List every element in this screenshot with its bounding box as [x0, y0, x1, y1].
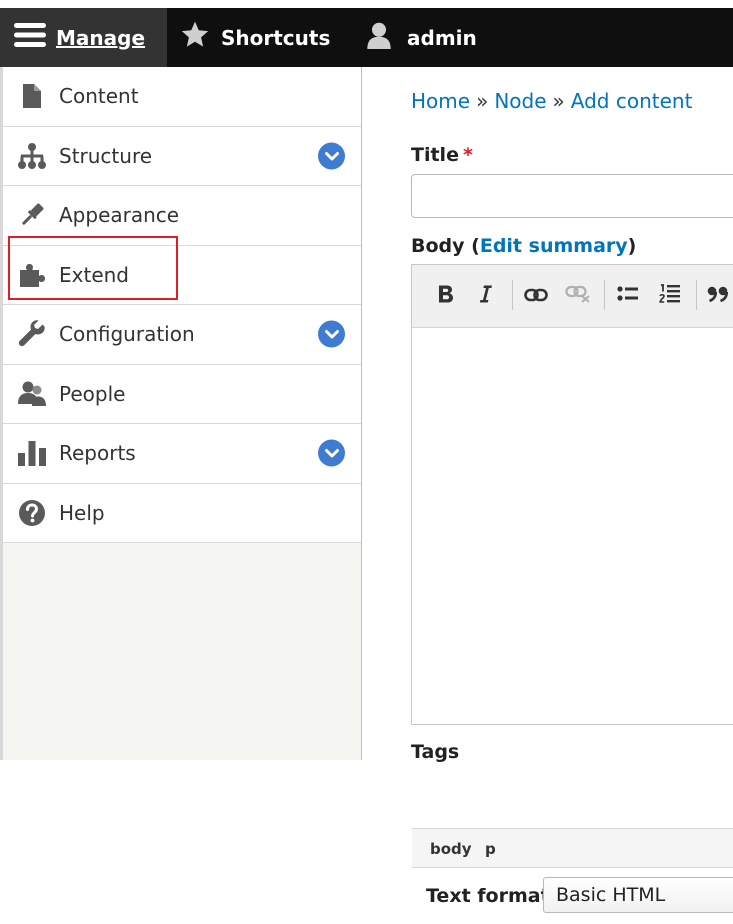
element-path-body[interactable]: body: [430, 840, 472, 858]
editor-toolbar: [412, 265, 733, 328]
manage-label: Manage: [56, 25, 146, 50]
sitemap-icon: [17, 141, 47, 171]
user-icon: [364, 21, 394, 54]
breadcrumb-add-content-link[interactable]: Add content: [571, 89, 693, 113]
expand-toggle-structure[interactable]: [318, 142, 345, 170]
text-format-wrapper: Text format Basic HTML: [412, 867, 733, 924]
title-label: Title *: [411, 144, 473, 166]
manage-tab[interactable]: Manage: [0, 8, 167, 67]
people-icon: [17, 379, 47, 409]
blockquote-button[interactable]: [706, 283, 732, 309]
menu-item-label: Help: [59, 500, 105, 525]
breadcrumb-separator: »: [552, 89, 565, 113]
paint-brush-icon: [17, 200, 47, 230]
main-content: Home» Node» Add content Title * Body (Edit …: [362, 67, 733, 924]
required-marker: *: [462, 144, 473, 166]
body-label-text: Body: [411, 235, 465, 257]
menu-item-label: Structure: [59, 143, 153, 168]
user-tab[interactable]: admin: [364, 8, 477, 67]
link-icon: [524, 287, 548, 306]
menu-item-content[interactable]: Content: [3, 67, 361, 127]
body-editor: body p Text format Basic HTML: [411, 264, 733, 924]
paren-open: (: [471, 235, 480, 257]
paren-close: ): [627, 235, 637, 257]
bold-icon: [437, 284, 455, 308]
menu-item-appearance[interactable]: Appearance: [3, 186, 361, 246]
bold-button[interactable]: [433, 283, 459, 309]
title-label-text: Title: [411, 144, 459, 166]
hamburger-icon: [14, 22, 46, 53]
menu-item-configuration[interactable]: Configuration: [3, 305, 361, 365]
puzzle-icon: [17, 260, 47, 290]
edit-summary-link[interactable]: Edit summary: [480, 235, 628, 257]
italic-icon: [478, 284, 494, 308]
body-label: Body (Edit summary): [411, 235, 636, 257]
shortcuts-label: Shortcuts: [221, 25, 331, 50]
editor-content-area[interactable]: [412, 328, 733, 828]
menu-item-extend[interactable]: Extend: [3, 245, 361, 305]
toolbar-divider: [512, 280, 513, 310]
wrench-icon: [17, 319, 47, 349]
text-format-select[interactable]: Basic HTML: [543, 877, 733, 913]
breadcrumb-home-link[interactable]: Home: [411, 89, 470, 113]
chevron-down-icon: [324, 325, 339, 344]
bulleted-list-icon: [617, 285, 639, 307]
unlink-icon: [565, 285, 591, 307]
expand-toggle-configuration[interactable]: [318, 320, 345, 348]
star-icon: [180, 21, 210, 54]
menu-item-label: Appearance: [59, 203, 180, 228]
menu-item-label: Content: [59, 84, 139, 109]
text-format-label: Text format: [426, 885, 550, 907]
numbered-list-icon: [659, 283, 681, 308]
element-path-p[interactable]: p: [485, 840, 496, 858]
breadcrumb-node-link[interactable]: Node: [494, 89, 546, 113]
admin-menu-tray: Content Structure Appearance Extend Conf…: [0, 67, 362, 760]
menu-item-structure[interactable]: Structure: [3, 126, 361, 186]
menu-item-people[interactable]: People: [3, 364, 361, 424]
menu-item-label: Reports: [59, 441, 136, 466]
element-path-bar: body p: [412, 828, 733, 868]
toolbar-divider: [696, 280, 697, 310]
menu-item-reports[interactable]: Reports: [3, 424, 361, 484]
file-icon: [17, 81, 47, 111]
unlink-button[interactable]: [565, 283, 591, 309]
menu-item-label: People: [59, 381, 126, 406]
admin-toolbar: Manage Shortcuts admin: [0, 0, 733, 67]
bar-chart-icon: [17, 438, 47, 468]
bulleted-list-button[interactable]: [615, 283, 641, 309]
title-input[interactable]: [411, 174, 733, 218]
blockquote-icon: [707, 286, 731, 306]
breadcrumb-separator: »: [476, 89, 489, 113]
menu-item-label: Configuration: [59, 322, 195, 347]
chevron-down-icon: [324, 444, 339, 463]
toolbar-divider: [604, 280, 605, 310]
link-button[interactable]: [523, 283, 549, 309]
menu-item-label: Extend: [59, 262, 129, 287]
menu-item-help[interactable]: Help: [3, 483, 361, 543]
user-name: admin: [407, 25, 477, 50]
breadcrumb: Home» Node» Add content: [411, 89, 692, 113]
shortcuts-tab[interactable]: Shortcuts: [180, 8, 330, 67]
expand-toggle-reports[interactable]: [318, 439, 345, 467]
italic-button[interactable]: [473, 283, 499, 309]
numbered-list-button[interactable]: [657, 283, 683, 309]
chevron-down-icon: [324, 146, 339, 165]
help-icon: [17, 498, 47, 528]
